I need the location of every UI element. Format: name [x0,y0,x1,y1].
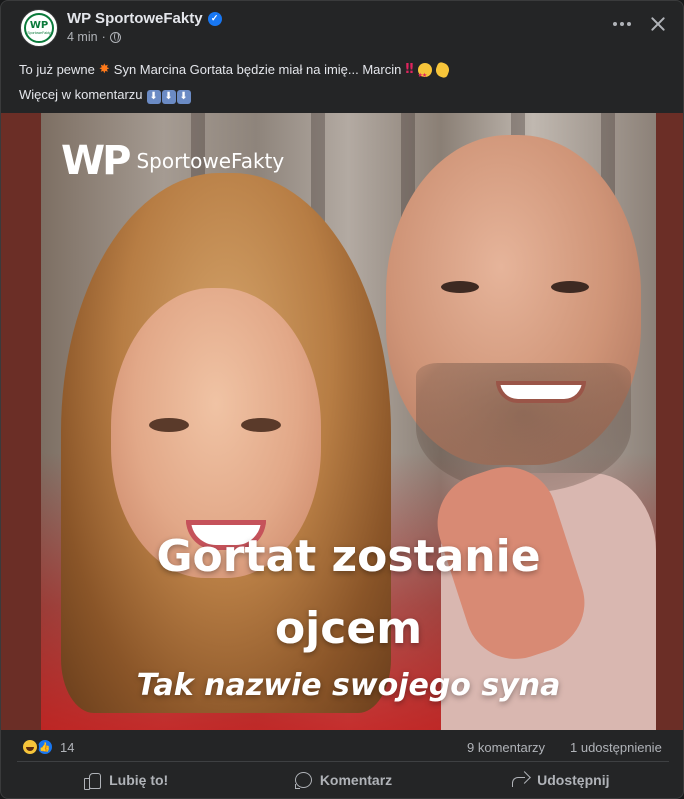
double-exclamation-emoji-icon: ‼ [405,62,414,77]
brand-logo-wp: WP [61,138,131,184]
headline-subtitle: Tak nazwie swojego syna [136,668,561,703]
post-header: WP SportoweFakty WP SportoweFakty ✓ 4 mi… [17,9,669,49]
collision-emoji-icon: ✸ [98,62,110,77]
page-name-link[interactable]: WP SportoweFakty ✓ [67,10,222,27]
post-text-more: Więcej w komentarzu [19,87,143,102]
page-avatar[interactable]: WP SportoweFakty [20,9,58,47]
more-options-icon[interactable] [609,11,635,37]
reaction-count[interactable]: 14 [60,740,74,755]
share-button[interactable]: Udostępnij [452,765,669,795]
page-name[interactable]: WP SportoweFakty [67,10,203,27]
comment-icon [294,771,312,789]
headline-line-2: ojcem [274,603,423,654]
shares-count-link[interactable]: 1 udostępnienie [570,740,662,755]
wp-logo-icon: WP SportoweFakty [24,13,54,43]
haha-reaction-icon [21,738,39,756]
brand-logo-name: SportoweFakty [136,149,285,173]
post-text-line-2: Więcej w komentarzu ⬇ ⬇ ⬇ [19,82,669,107]
woman-eye [149,418,189,432]
post-photo[interactable]: WP SportoweFakty Gortat zostanie ojcem T… [41,113,656,730]
close-icon[interactable] [645,11,671,37]
post-media[interactable]: WP SportoweFakty Gortat zostanie ojcem T… [1,113,683,730]
globe-icon[interactable] [109,31,121,43]
actions-divider [17,761,669,762]
woman-eye [241,418,281,432]
man-eye [441,281,479,293]
down-arrow-icon: ⬇ [161,90,176,104]
post-stats: 👍 14 9 komentarzy 1 udostępnienie [19,736,669,760]
post-text-part-2: Syn Marcina Gortata będzie miał na imię.… [113,62,402,77]
post-meta: 4 min · [67,30,121,44]
clapping-hands-emoji-icon [433,60,451,79]
post-text-part-1: To już pewne [19,62,95,77]
comment-button[interactable]: Komentarz [234,765,451,795]
man-smile [496,381,586,403]
star-struck-emoji-icon [417,62,432,89]
avatar-logo-text: WP [29,20,49,31]
post-timestamp[interactable]: 4 min [67,30,98,44]
like-button[interactable]: Lubię to! [17,765,234,795]
down-arrow-emojis: ⬇ ⬇ ⬇ [146,82,192,107]
meta-separator: · [101,30,106,44]
thumbs-up-icon [83,771,102,790]
avatar-logo-subtext: SportoweFakty [27,31,51,35]
facebook-post-card: WP SportoweFakty WP SportoweFakty ✓ 4 mi… [0,0,684,799]
comment-button-label: Komentarz [319,772,393,788]
man-eye [551,281,589,293]
sportowefakty-logo: WP SportoweFakty [61,141,284,181]
comments-count-link[interactable]: 9 komentarzy [467,740,545,755]
headline-line-1: Gortat zostanie [156,531,541,582]
post-actions: Lubię to! Komentarz Udostępnij [17,765,669,795]
like-button-label: Lubię to! [109,772,169,788]
verified-badge-icon: ✓ [207,11,222,26]
share-button-label: Udostępnij [537,772,610,788]
post-text-line-1: To już pewne ✸ Syn Marcina Gortata będzi… [19,57,669,89]
post-message: To już pewne ✸ Syn Marcina Gortata będzi… [19,57,669,107]
share-icon [511,771,529,789]
reactions-summary[interactable]: 👍 14 [21,738,74,756]
down-arrow-icon: ⬇ [146,90,161,104]
down-arrow-icon: ⬇ [176,90,191,104]
